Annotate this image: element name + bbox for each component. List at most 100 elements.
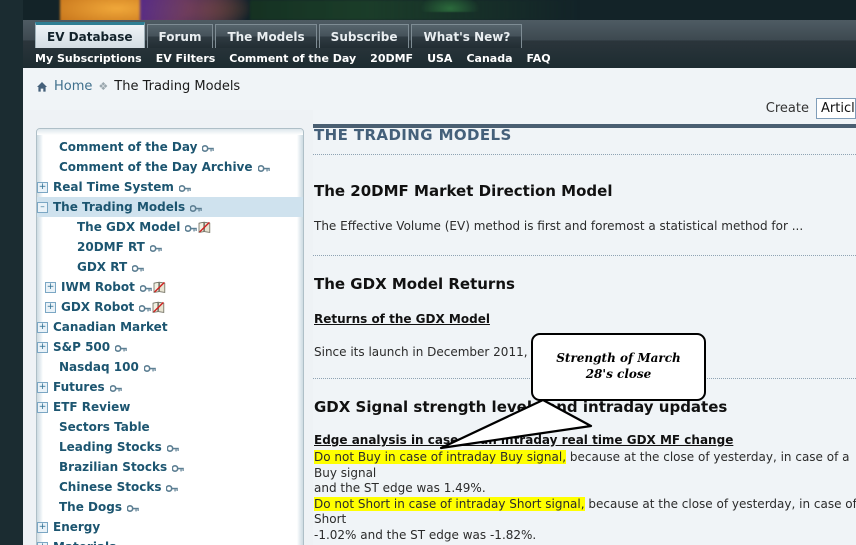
- sidebar-item-comment-of-the-day-archive[interactable]: Comment of the Day Archive: [37, 157, 303, 177]
- sidebar-item-etf-review[interactable]: + ETF Review: [37, 397, 303, 417]
- sidebar-item-the-gdx-model[interactable]: The GDX Model: [37, 217, 303, 237]
- sidebar-item-label: Energy: [53, 520, 101, 534]
- subnav-item-usa[interactable]: USA: [427, 53, 452, 64]
- heading-20dmf: The 20DMF Market Direction Model: [314, 182, 613, 200]
- sidebar-item-comment-of-the-day[interactable]: Comment of the Day: [37, 137, 303, 157]
- sidebar-item-sectors-table[interactable]: Sectors Table: [37, 417, 303, 437]
- sidebar-item-20dmf-rt[interactable]: 20DMF RT: [37, 237, 303, 257]
- expand-icon[interactable]: +: [37, 541, 48, 545]
- key-icon: [184, 223, 198, 232]
- key-icon: [109, 383, 122, 392]
- primary-tabs: EV Database Forum The Models Subscribe What'…: [35, 22, 524, 48]
- subnav-item-canada[interactable]: Canada: [466, 53, 512, 64]
- collapse-icon[interactable]: –: [37, 201, 48, 213]
- sidebar-item-chinese-stocks[interactable]: Chinese Stocks: [37, 477, 303, 497]
- site-banner: [0, 0, 856, 20]
- expand-icon[interactable]: +: [45, 281, 56, 293]
- tab-the-models[interactable]: The Models: [215, 24, 317, 48]
- sidebar-item-gdx-robot[interactable]: + GDX Robot: [37, 297, 303, 317]
- subnav-item-comment-of-the-day[interactable]: Comment of the Day: [229, 53, 356, 64]
- tab-ev-database[interactable]: EV Database: [35, 22, 145, 48]
- page-root: EV Database Forum The Models Subscribe What'…: [0, 0, 856, 545]
- sidebar-item-energy[interactable]: + Energy: [37, 517, 303, 537]
- sidebar-item-real-time-system[interactable]: + Real Time System: [37, 177, 303, 197]
- callout-text: Strength of March 28's close: [556, 351, 681, 381]
- sidebar-item-the-dogs[interactable]: The Dogs: [37, 497, 303, 517]
- key-icon: [171, 463, 184, 472]
- sidebar-item-brazilian-stocks[interactable]: Brazilian Stocks: [37, 457, 303, 477]
- sidebar-item-materials[interactable]: + Materials: [37, 537, 303, 545]
- tab-forum[interactable]: Forum: [146, 24, 214, 48]
- expand-icon[interactable]: +: [45, 301, 56, 313]
- heading-gdx-signal-strength: GDX Signal strength levels and intraday …: [314, 398, 728, 416]
- key-icon: [166, 443, 179, 452]
- edge-short-highlight: Do not Short in case of intraday Short s…: [314, 496, 585, 511]
- sidebar-item-label: The GDX Model: [77, 220, 181, 234]
- create-toolbar: Create Article: [766, 98, 856, 119]
- key-icon: [131, 263, 144, 272]
- sidebar-item-label: Sectors Table: [59, 420, 150, 434]
- sidebar-item-label: Leading Stocks: [59, 440, 162, 454]
- paragraph-20dmf: The Effective Volume (EV) method is firs…: [314, 219, 804, 233]
- sidebar-nav-list: Comment of the Day Comment of the Day Arc…: [37, 129, 303, 545]
- edge-short-line: Do not Short in case of intraday Short s…: [314, 496, 856, 528]
- sidebar-item-label: 20DMF RT: [77, 240, 145, 254]
- sidebar-item-label: Futures: [53, 380, 105, 394]
- key-icon: [126, 503, 139, 512]
- edge-short-line2: -1.02% and the ST edge was -1.82%.: [314, 527, 537, 542]
- expand-icon[interactable]: +: [37, 321, 48, 333]
- breadcrumb: Home ❖ The Trading Models: [36, 80, 240, 93]
- sidebar-item-futures[interactable]: + Futures: [37, 377, 303, 397]
- sidebar-item-the-trading-models[interactable]: – The Trading Models: [37, 197, 303, 217]
- banner-art-green-glow: [420, 0, 480, 12]
- edge-buy-highlight: Do not Buy in case of intraday Buy signa…: [314, 450, 567, 464]
- key-icon: [201, 143, 215, 152]
- book-restricted-icon: [198, 221, 211, 233]
- breadcrumb-separator-icon: ❖: [98, 80, 109, 93]
- sidebar-item-label: Brazilian Stocks: [59, 460, 168, 474]
- create-type-select[interactable]: Article: [816, 98, 856, 119]
- link-edge-analysis[interactable]: Edge analysis in case of an intraday rea…: [314, 434, 733, 446]
- expand-icon[interactable]: +: [37, 181, 48, 193]
- divider-2: [313, 255, 856, 256]
- sidebar-item-label: Materials: [53, 541, 116, 545]
- edge-analysis-body: Do not Buy in case of intraday Buy signa…: [314, 450, 856, 545]
- sidebar-item-label: ETF Review: [53, 400, 131, 414]
- banner-art-green: [250, 0, 580, 20]
- sidebar-item-label: Chinese Stocks: [59, 480, 162, 494]
- expand-icon[interactable]: +: [37, 381, 48, 393]
- key-icon: [178, 183, 191, 192]
- key-icon: [257, 163, 270, 172]
- subnav-item-my-subscriptions[interactable]: My Subscriptions: [35, 53, 142, 64]
- link-returns-gdx-model[interactable]: Returns of the GDX Model: [314, 313, 490, 325]
- main-content: THE TRADING MODELS The 20DMF Market Dire…: [313, 110, 856, 545]
- expand-icon[interactable]: +: [37, 341, 48, 353]
- subnav-item-faq[interactable]: FAQ: [527, 53, 551, 64]
- sidebar-item-label: IWM Robot: [61, 280, 135, 294]
- tab-subscribe[interactable]: Subscribe: [318, 24, 410, 48]
- sidebar-item-leading-stocks[interactable]: Leading Stocks: [37, 437, 303, 457]
- sidebar-item-canadian-market[interactable]: + Canadian Market: [37, 317, 303, 337]
- sidebar-item-s-p-500[interactable]: + S&P 500: [37, 337, 303, 357]
- sidebar-item-label: Canadian Market: [53, 320, 168, 334]
- heading-gdx-returns: The GDX Model Returns: [314, 275, 515, 293]
- subnav-item-ev-filters[interactable]: EV Filters: [156, 53, 216, 64]
- expand-icon[interactable]: +: [37, 401, 48, 413]
- sidebar-item-iwm-robot[interactable]: + IWM Robot: [37, 277, 303, 297]
- sidebar-item-nasdaq-100[interactable]: Nasdaq 100: [37, 357, 303, 377]
- tab-what-s-new[interactable]: What's New?: [411, 24, 523, 48]
- breadcrumb-bar: Home ❖ The Trading Models: [23, 68, 856, 110]
- breadcrumb-home-link[interactable]: Home: [54, 80, 92, 93]
- sidebar-item-label: The Dogs: [59, 500, 122, 514]
- sidebar-item-label: Nasdaq 100: [59, 360, 139, 374]
- book-restricted-icon: [152, 301, 165, 313]
- subnav-item-20dmf[interactable]: 20DMF: [370, 53, 413, 64]
- sidebar-item-label: Real Time System: [53, 180, 174, 194]
- create-label: Create: [765, 101, 809, 116]
- sidebar-item-label: The Trading Models: [53, 200, 186, 214]
- edge-buy-line: Do not Buy in case of intraday Buy signa…: [314, 450, 856, 481]
- key-icon: [138, 303, 152, 312]
- sidebar-item-gdx-rt[interactable]: GDX RT: [37, 257, 303, 277]
- paragraph-since-launch: Since its launch in December 2011, as o: [314, 345, 557, 359]
- expand-icon[interactable]: +: [37, 521, 48, 533]
